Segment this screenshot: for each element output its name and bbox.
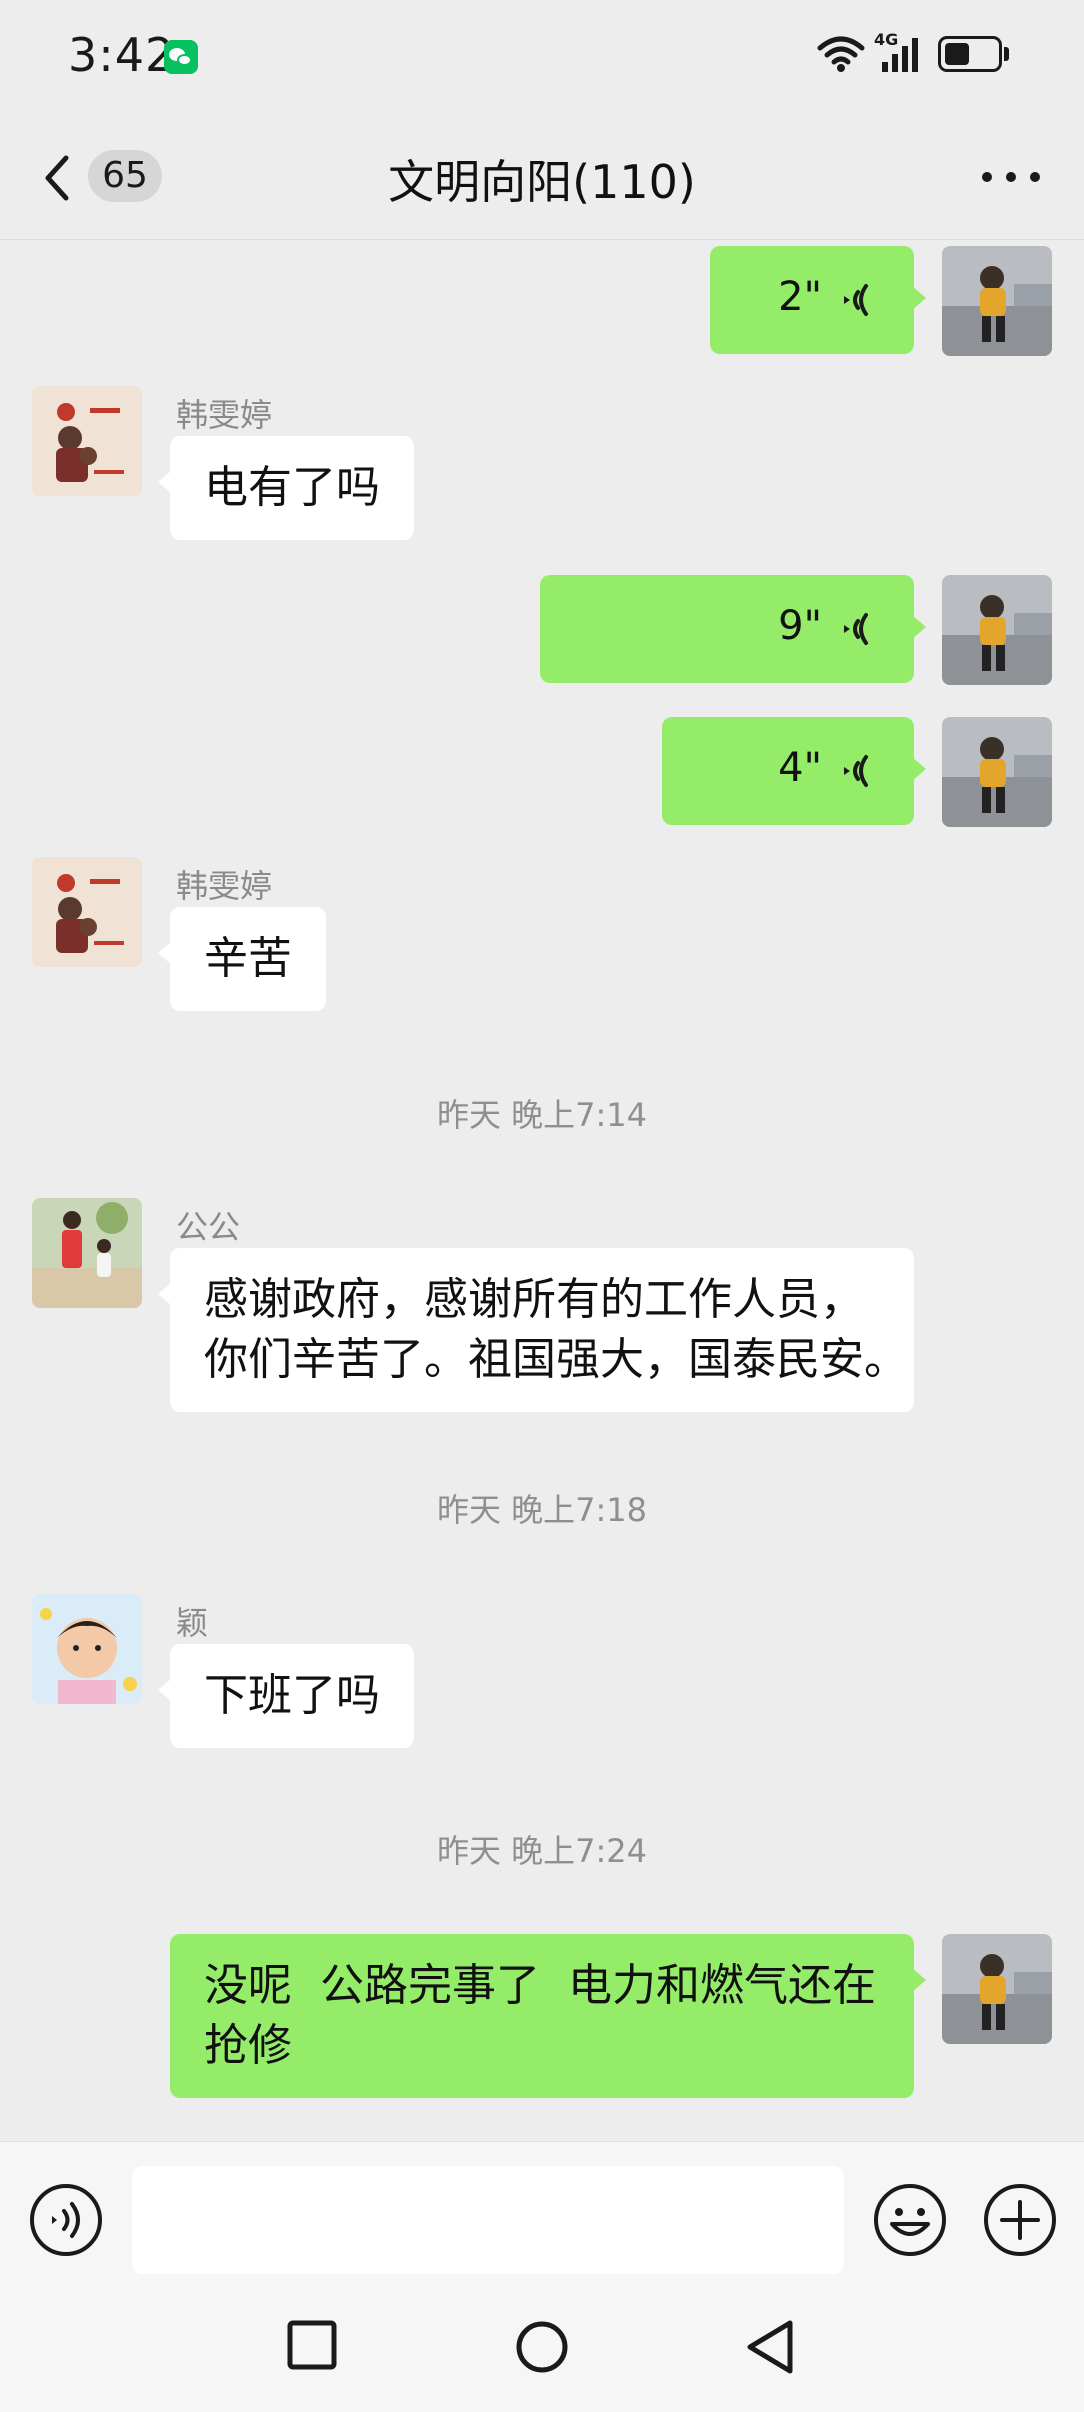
- message-bubble[interactable]: 没呢 公路完事了 电力和燃气还在 抢修: [170, 1934, 926, 2098]
- voice-wave-icon: [844, 755, 868, 787]
- message-line: 你们辛苦了。祖国强大，国泰民安。: [204, 1334, 908, 1385]
- voice-duration: 9": [778, 603, 822, 649]
- timestamp: 昨天 晚上7:14: [436, 1096, 648, 1134]
- my-avatar[interactable]: [942, 246, 1052, 356]
- status-bar: 3:42 4G: [0, 0, 1084, 112]
- sender-avatar[interactable]: [32, 857, 142, 967]
- signal-strength-icon: [882, 38, 918, 72]
- sender-name: 颖: [176, 1604, 209, 1642]
- message-line: 抢修: [204, 2020, 292, 2071]
- message-row: 颖 下班了吗: [0, 1594, 1084, 1764]
- sender-name: 韩雯婷: [176, 396, 273, 434]
- my-avatar[interactable]: [942, 575, 1052, 685]
- message-row: 韩雯婷 辛苦: [0, 857, 1084, 1027]
- wifi-icon: [817, 36, 865, 72]
- sender-avatar[interactable]: [32, 386, 142, 496]
- message-bubble[interactable]: 下班了吗: [158, 1644, 414, 1748]
- message-row: 2": [0, 241, 1084, 361]
- timestamp: 昨天 晚上7:18: [436, 1491, 648, 1529]
- my-avatar[interactable]: [942, 1934, 1052, 2044]
- sender-avatar[interactable]: [32, 1198, 142, 1308]
- emoji-icon[interactable]: [872, 2182, 948, 2258]
- wechat-notification-icon: [164, 40, 198, 74]
- voice-message-bubble[interactable]: 4": [662, 717, 926, 825]
- battery-icon: [938, 36, 1002, 72]
- status-time: 3:42: [68, 28, 176, 82]
- chevron-left-icon: [45, 155, 69, 201]
- system-navigation-bar: [0, 2289, 1084, 2412]
- message-row: 韩雯婷 电有了吗: [0, 386, 1084, 556]
- square-icon[interactable]: [286, 2319, 338, 2371]
- message-bubble[interactable]: 感谢政府，感谢所有的工作人员， 你们辛苦了。祖国强大，国泰民安。: [158, 1248, 914, 1412]
- message-input-bar: [0, 2141, 1084, 2289]
- voice-wave-icon: [844, 284, 868, 316]
- message-bubble[interactable]: 电有了吗: [158, 436, 414, 540]
- unread-count-badge: 65: [88, 150, 162, 202]
- chat-message-list[interactable]: 2" 韩雯婷 电有了吗 9" 4" 韩雯婷 辛苦 昨天 晚上7:14 公公 感谢…: [0, 241, 1084, 2141]
- message-row: 没呢 公路完事了 电力和燃气还在 抢修: [0, 1934, 1084, 2104]
- timestamp: 昨天 晚上7:24: [436, 1832, 648, 1870]
- message-row: 4": [0, 717, 1084, 837]
- voice-duration: 4": [778, 745, 822, 791]
- triangle-back-icon[interactable]: [744, 2319, 796, 2375]
- message-row: 公公 感谢政府，感谢所有的工作人员， 你们辛苦了。祖国强大，国泰民安。: [0, 1198, 1084, 1418]
- sender-name: 韩雯婷: [176, 867, 273, 905]
- message-line: 感谢政府，感谢所有的工作人员，: [204, 1274, 864, 1325]
- plus-icon[interactable]: [982, 2182, 1058, 2258]
- message-row: 9": [0, 575, 1084, 695]
- voice-duration: 2": [778, 274, 822, 320]
- message-line: 没呢 公路完事了 电力和燃气还在: [204, 1960, 876, 2011]
- voice-message-bubble[interactable]: 9": [540, 575, 926, 683]
- sender-name: 公公: [176, 1208, 241, 1246]
- voice-wave-icon: [844, 613, 868, 645]
- more-dots-icon: [982, 172, 992, 182]
- more-options-button[interactable]: [970, 152, 1050, 202]
- voice-input-icon[interactable]: [28, 2182, 104, 2258]
- message-bubble[interactable]: 辛苦: [158, 907, 326, 1011]
- back-button[interactable]: 65: [36, 144, 176, 208]
- message-input[interactable]: [132, 2166, 844, 2274]
- my-avatar[interactable]: [942, 717, 1052, 827]
- chat-header: 65 文明向阳(110): [0, 112, 1084, 240]
- circle-icon[interactable]: [514, 2319, 570, 2375]
- voice-message-bubble[interactable]: 2": [710, 246, 926, 354]
- chat-title: 文明向阳(110): [388, 155, 696, 209]
- sender-avatar[interactable]: [32, 1594, 142, 1704]
